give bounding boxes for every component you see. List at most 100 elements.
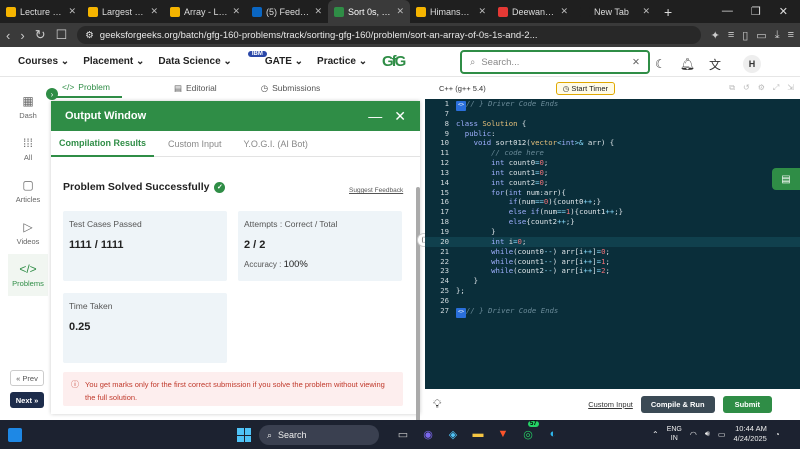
browser-tab[interactable]: Deewana Kar Rah ✕	[492, 0, 574, 23]
code-line[interactable]: 14 int count2=0;	[425, 178, 800, 188]
reading-list-icon[interactable]: ≡	[728, 29, 734, 42]
tab-close-icon[interactable]: ✕	[478, 6, 486, 17]
output-tab-1[interactable]: Custom Input	[160, 131, 230, 157]
fullscreen-icon[interactable]: ⤢	[773, 83, 779, 93]
code-line[interactable]: 22 while(count1--) arr[i++]=1;	[425, 257, 800, 267]
sidebar-item-problems[interactable]: </> Problems	[8, 254, 48, 296]
split-view-icon[interactable]: ▯	[742, 29, 748, 42]
file-explorer-icon[interactable]: ▬	[470, 426, 486, 442]
translate-icon[interactable]: 文	[709, 56, 721, 73]
meet-icon[interactable]: ◉	[420, 426, 436, 442]
chevron-up-icon[interactable]: ⌃	[652, 430, 659, 439]
copy-icon[interactable]: ⧉	[729, 83, 735, 93]
tab-close-icon[interactable]: ✕	[396, 6, 404, 17]
browser-tab[interactable]: New Tab ✕	[574, 0, 656, 23]
code-line[interactable]: 21 while(count0--) arr[i++]=0;	[425, 247, 800, 257]
browser-tab[interactable]: (5) Feed | LinkedIn ✕	[246, 0, 328, 23]
tab-close-icon[interactable]: ✕	[232, 6, 240, 17]
code-line[interactable]: 26	[425, 296, 800, 306]
lightbulb-icon[interactable]: 💡︎	[433, 397, 441, 412]
minimize-icon[interactable]: —	[368, 108, 382, 125]
battery-icon[interactable]: ▭	[718, 430, 726, 439]
notification-bell-icon[interactable]: 🔔︎	[680, 57, 695, 71]
start-timer-button[interactable]: ◷ Start Timer	[555, 81, 616, 95]
copilot-icon[interactable]: ◈	[445, 426, 461, 442]
code-area[interactable]: 1 <>// } Driver Code Ends 7 8 class Solution…	[425, 99, 800, 389]
sidebar-item-all[interactable]: ⁞⁞⁞ All	[8, 128, 48, 170]
browser-tab[interactable]: Lecture 56: Large✕	[0, 0, 82, 23]
sidebar-item-videos[interactable]: ▷ Videos	[8, 212, 48, 254]
language-indicator[interactable]: ENG IN	[667, 425, 682, 443]
sidebar-item-articles[interactable]: ▢ Articles	[8, 170, 48, 212]
browser-tab[interactable]: Array - LeetCode✕	[164, 0, 246, 23]
code-line[interactable]: 17 else if(num==1){count1++;}	[425, 207, 800, 217]
menu-icon[interactable]: ≡	[788, 29, 794, 42]
code-line[interactable]: 20 int i=0;	[425, 236, 800, 247]
gfg-logo[interactable]: GfG	[382, 53, 418, 71]
code-line[interactable]: 25};	[425, 286, 800, 296]
windows-start-icon[interactable]	[237, 428, 251, 442]
code-line[interactable]: 12 int count0=0;	[425, 158, 800, 168]
sidebar-item-dash[interactable]: ▦ Dash	[8, 86, 48, 128]
menu-item-placement[interactable]: Placement ⌄	[83, 56, 144, 67]
submit-button[interactable]: Submit	[722, 396, 772, 413]
taskbar-search[interactable]: ⌕ Search	[259, 425, 379, 445]
code-line[interactable]: 23 while(count2--) arr[i++]=2;	[425, 266, 800, 276]
output-tab-0[interactable]: Compilation Results	[51, 131, 155, 157]
code-line[interactable]: 7	[425, 109, 800, 119]
tab-close-icon[interactable]: ✕	[314, 6, 322, 17]
tab-close-icon[interactable]: ✕	[150, 6, 158, 17]
collapse-sidebar-icon[interactable]: ›	[46, 88, 58, 100]
bookmark-icon[interactable]: ☐	[56, 27, 68, 43]
code-line[interactable]: 9 public:	[425, 129, 800, 139]
tab-editorial[interactable]: ▤ Editorial	[162, 78, 229, 98]
download-icon[interactable]: ⤓	[775, 29, 780, 42]
extension-icon[interactable]: ✦	[711, 29, 720, 42]
clear-search-icon[interactable]: ✕	[632, 57, 640, 68]
whatsapp-icon[interactable]: ◎ 57	[520, 421, 539, 442]
chat-icon[interactable]: ▤	[772, 168, 800, 190]
tab-close-icon[interactable]: ✕	[560, 6, 568, 17]
browser-tab[interactable]: Largest Rectangle✕	[82, 0, 164, 23]
menu-item-data-science[interactable]: Data Science ⌄IBM	[158, 51, 267, 67]
code-line[interactable]: 19 }	[425, 227, 800, 237]
browser-tab[interactable]: Himanshu Maury ✕	[410, 0, 492, 23]
tab-close-icon[interactable]: ✕	[68, 6, 76, 17]
code-line[interactable]: 16 if(num==0){count0++;}	[425, 197, 800, 207]
menu-item-practice[interactable]: Practice ⌄	[317, 56, 367, 67]
back-icon[interactable]: ‹	[6, 28, 10, 43]
language-select[interactable]: C++ (g++ 5.4)	[431, 82, 494, 95]
code-line[interactable]: 8 class Solution {	[425, 119, 800, 129]
url-field[interactable]: ⚙ geeksforgeeks.org/batch/gfg-160-proble…	[77, 26, 701, 44]
edge-icon[interactable]: ◐	[545, 426, 561, 442]
volume-icon[interactable]: 🔊︎	[705, 429, 710, 439]
menu-item-courses[interactable]: Courses ⌄	[18, 56, 69, 67]
reset-icon[interactable]: ↺	[743, 83, 750, 93]
output-tab-2[interactable]: Y.O.G.I. (AI Bot)	[236, 131, 316, 157]
widgets-icon[interactable]	[8, 427, 22, 442]
code-line[interactable]: 27 <>// } Driver Code Ends	[425, 306, 800, 318]
code-line[interactable]: 24 }	[425, 276, 800, 286]
code-line[interactable]: 13 int count1=0;	[425, 168, 800, 178]
site-info-icon[interactable]: ⚙	[85, 30, 94, 41]
wallet-icon[interactable]: ▭	[756, 29, 766, 42]
menu-item-gate[interactable]: GATE ⌄	[265, 56, 303, 67]
new-tab-button[interactable]: +	[656, 4, 680, 20]
tab-submissions[interactable]: ◷ Submissions	[249, 78, 333, 98]
clock[interactable]: 10:44 AM 4/24/2025	[733, 424, 766, 444]
dark-mode-icon[interactable]: ☾	[655, 57, 666, 71]
browser-tab[interactable]: Sort 0s, 1s and ✕	[328, 0, 410, 23]
close-window-icon[interactable]: ✕	[779, 5, 788, 18]
search-input[interactable]: ⌕ Search... ✕	[460, 50, 650, 74]
custom-input-link[interactable]: Custom Input	[588, 400, 633, 409]
restore-window-icon[interactable]: ❐	[751, 5, 761, 18]
code-line[interactable]: 15 for(int num:arr){	[425, 188, 800, 198]
brave-icon[interactable]: ▼	[495, 426, 511, 442]
code-line[interactable]: 10 void sort012(vector<int>& arr) {	[425, 138, 800, 148]
code-line[interactable]: 18 else{count2++;}	[425, 217, 800, 227]
avatar[interactable]: H	[743, 55, 762, 73]
compile-run-button[interactable]: Compile & Run	[640, 396, 715, 413]
wifi-icon[interactable]: ◠	[690, 430, 697, 439]
code-line[interactable]: 1 <>// } Driver Code Ends	[425, 99, 800, 111]
close-icon[interactable]: ✕	[394, 108, 406, 125]
